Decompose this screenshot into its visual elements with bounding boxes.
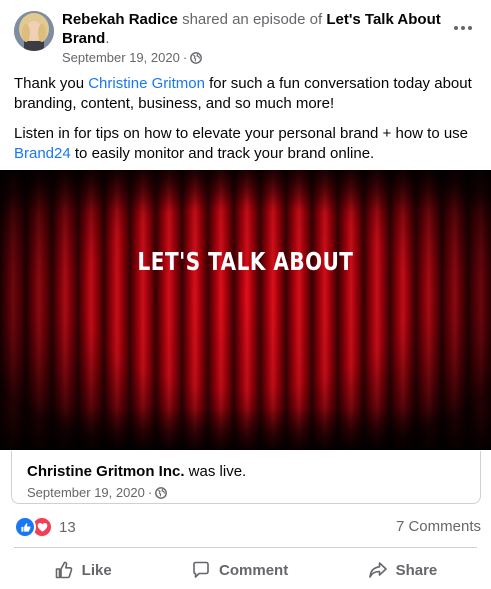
post-message: Thank you Christine Gritmon for such a f… xyxy=(14,74,479,174)
avatar[interactable] xyxy=(14,11,54,51)
message-paragraph-1: Thank you Christine Gritmon for such a f… xyxy=(14,74,479,114)
share-button[interactable]: Share xyxy=(348,554,458,586)
author-name[interactable]: Rebekah Radice xyxy=(62,11,178,28)
thumbs-up-icon xyxy=(54,560,74,580)
live-attachment-card[interactable]: Christine Gritmon Inc. was live. Septemb… xyxy=(11,451,481,504)
more-options-icon[interactable] xyxy=(449,14,477,42)
attachment-status: was live. xyxy=(184,463,247,480)
shared-action-text: shared an episode of xyxy=(182,11,323,28)
post-header: Rebekah Radice shared an episode of Let'… xyxy=(0,0,491,70)
like-label: Like xyxy=(81,561,112,579)
comment-label: Comment xyxy=(219,561,289,579)
meta-separator: · xyxy=(182,50,188,65)
comments-count-link[interactable]: 7 Comments xyxy=(396,518,481,535)
post-meta: September 19, 2020 · xyxy=(62,50,203,65)
mention-link-brand24[interactable]: Brand24 xyxy=(14,145,71,162)
share-label: Share xyxy=(395,561,438,579)
reaction-count: 13 xyxy=(59,518,76,536)
post-action-bar: Like Comment Share xyxy=(14,552,477,588)
globe-icon[interactable] xyxy=(190,51,203,64)
like-reaction-icon xyxy=(14,516,36,538)
reactions-summary[interactable]: 13 xyxy=(14,516,76,538)
post-timestamp[interactable]: September 19, 2020 xyxy=(62,50,180,65)
globe-icon xyxy=(155,486,168,499)
post-attribution: Rebekah Radice shared an episode of Let'… xyxy=(62,10,442,48)
comment-button[interactable]: Comment xyxy=(171,554,308,586)
message-text: Thank you xyxy=(14,75,89,92)
message-text: Listen in for tips on how to elevate you… xyxy=(14,125,469,142)
meta-separator: · xyxy=(147,485,153,500)
video-title-overlay: LET'S TALK ABOUT xyxy=(137,246,354,276)
attachment-title: Christine Gritmon Inc. was live. xyxy=(27,463,246,480)
attachment-timestamp[interactable]: September 19, 2020 xyxy=(27,485,145,500)
like-button[interactable]: Like xyxy=(34,554,132,586)
video-thumbnail[interactable]: LET'S TALK ABOUT xyxy=(0,170,491,450)
curtain-background xyxy=(0,170,491,450)
facebook-post: Rebekah Radice shared an episode of Let'… xyxy=(0,0,491,589)
attribution-period: . xyxy=(105,30,110,47)
attachment-page-name[interactable]: Christine Gritmon Inc. xyxy=(27,463,185,480)
mention-link-christine-gritmon[interactable]: Christine Gritmon xyxy=(88,75,205,92)
comment-bubble-icon xyxy=(191,560,211,580)
message-text: to easily monitor and track your brand o… xyxy=(70,145,375,162)
share-arrow-icon xyxy=(368,560,388,580)
attachment-meta: September 19, 2020 · xyxy=(27,485,168,500)
message-paragraph-2: Listen in for tips on how to elevate you… xyxy=(14,124,479,164)
divider xyxy=(14,547,477,548)
